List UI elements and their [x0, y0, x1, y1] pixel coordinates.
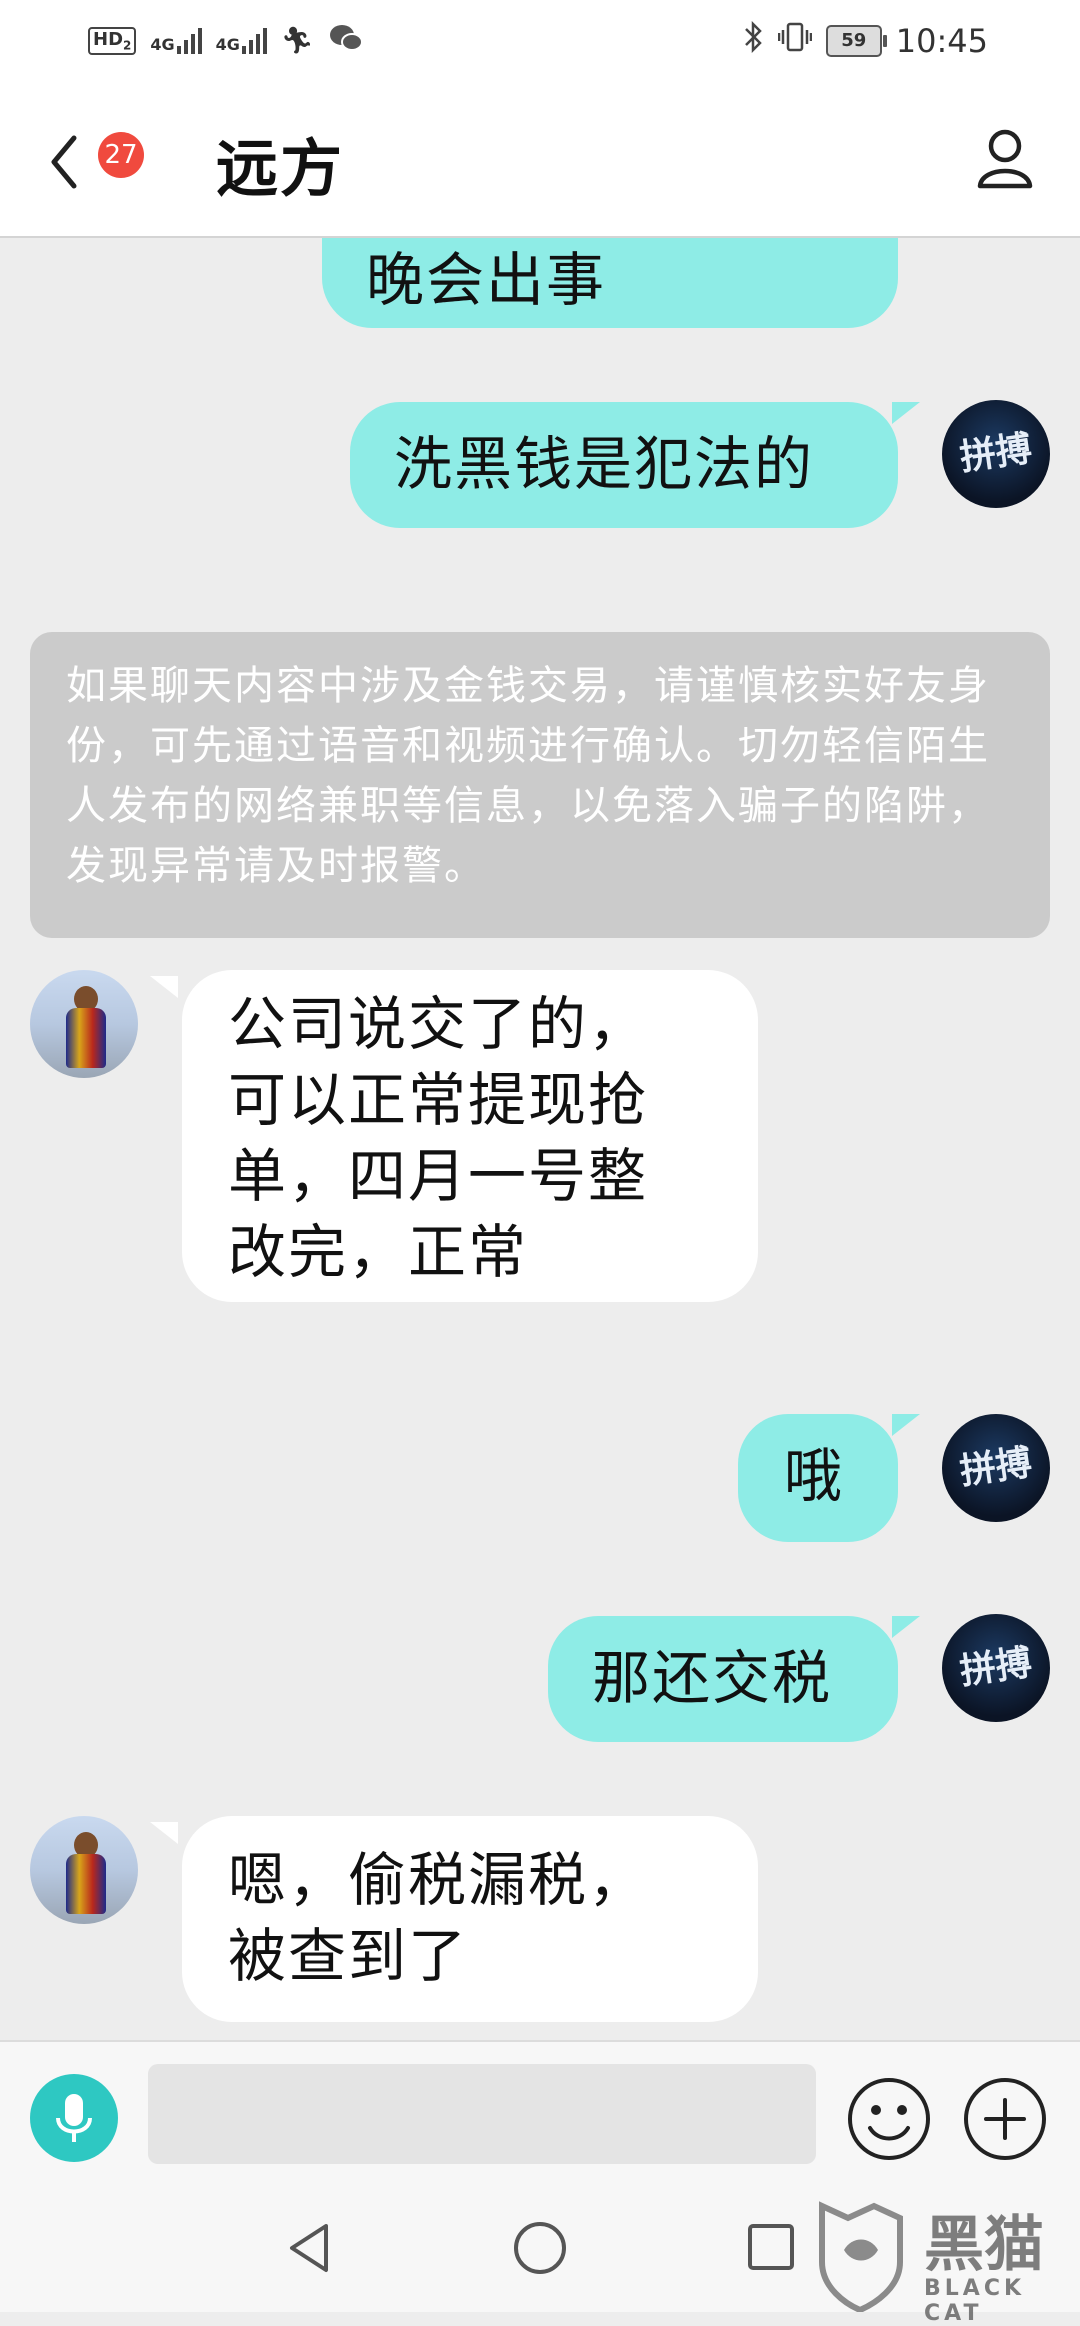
message-text: 那还交税 [592, 1644, 833, 1712]
message-text: 晚会出事 [366, 246, 607, 314]
clock: 10:45 [895, 22, 988, 60]
back-arrow-icon[interactable] [46, 132, 82, 192]
message-bubble-outgoing[interactable]: 那还交税 [548, 1616, 898, 1742]
avatar-contact[interactable] [30, 1816, 138, 1924]
nav-back-icon[interactable] [284, 2220, 334, 2276]
message-line: 公司说交了的， [228, 990, 649, 1058]
message-text: 哦 [784, 1442, 845, 1510]
avatar-me[interactable]: 拼搏 [942, 400, 1050, 508]
avatar-me[interactable]: 拼搏 [942, 1614, 1050, 1722]
message-bubble-incoming[interactable]: 嗯，偷税漏税， 被查到了 [182, 1816, 758, 2022]
chat-header: 27 远方 [0, 82, 1080, 238]
nav-recent-apps-icon[interactable] [746, 2222, 796, 2272]
status-bar-left: HD2 4G 4G 🏃︎ [88, 18, 364, 64]
status-bar-right: 59 10:45 [744, 18, 988, 64]
watermark-brand: 黑猫 [924, 2210, 1044, 2280]
avatar-contact[interactable] [30, 970, 138, 1078]
message-line: 改完，正常 [228, 1218, 529, 1286]
signal-bars-icon [176, 28, 202, 54]
hd-sub-label: 2 [123, 38, 132, 53]
message-text: 嗯，偷税漏税， 被查到了 [228, 1842, 648, 1994]
message-bubble-outgoing[interactable]: 晚会出事 [322, 238, 898, 328]
microphone-icon [56, 2094, 92, 2142]
network-type-1: 4G [150, 35, 175, 54]
emoji-icon[interactable] [846, 2076, 932, 2162]
bubble-tail [150, 976, 178, 998]
safety-notice: 如果聊天内容中涉及金钱交易，请谨慎核实好友身份，可先通过语音和视频进行确认。切勿… [30, 632, 1050, 938]
bubble-tail [892, 1414, 920, 1436]
message-line: 可以正常提现抢 [228, 1066, 649, 1134]
bubble-tail [892, 402, 920, 424]
vibrate-icon [777, 21, 813, 61]
status-bar: HD2 4G 4G 🏃︎ 59 10:45 [0, 0, 1080, 82]
network-type-2: 4G [215, 35, 240, 54]
unread-badge: 27 [98, 132, 144, 178]
wechat-icon [328, 23, 364, 60]
hd-indicator: HD2 [88, 27, 137, 55]
watermark-sub: BLACK CAT [924, 2276, 1026, 2326]
battery-level: 59 [841, 30, 867, 51]
running-icon: 🏃︎ [280, 26, 314, 56]
avatar-me-text: 拼搏 [957, 1442, 1035, 1493]
bluetooth-icon [744, 20, 764, 61]
signal-2: 4G [216, 28, 267, 54]
avatar-me-text: 拼搏 [957, 428, 1035, 479]
contact-name: 远方 [216, 132, 345, 205]
bubble-tail [150, 1822, 178, 1844]
message-line: 单，四月一号整 [228, 1142, 649, 1210]
avatar-me[interactable]: 拼搏 [942, 1414, 1050, 1522]
message-input[interactable] [148, 2064, 816, 2164]
message-line: 嗯，偷税漏税， [228, 1846, 649, 1914]
user-profile-icon[interactable] [976, 126, 1034, 190]
bubble-tail [892, 1616, 920, 1638]
plus-icon[interactable] [962, 2076, 1048, 2162]
nav-home-icon[interactable] [512, 2220, 568, 2276]
message-text: 洗黑钱是犯法的 [394, 430, 815, 498]
battery-icon: 59 [825, 25, 887, 57]
message-bubble-outgoing[interactable]: 洗黑钱是犯法的 [350, 402, 898, 528]
voice-input-button[interactable] [30, 2074, 118, 2162]
hd-label: HD [93, 29, 124, 51]
message-list[interactable]: 晚会出事 洗黑钱是犯法的 拼搏 如果聊天内容中涉及金钱交易，请谨慎核实好友身份，… [0, 238, 1080, 2040]
message-text: 公司说交了的， 可以正常提现抢 单，四月一号整 改完，正常 [228, 986, 648, 1290]
message-line: 被查到了 [228, 1922, 469, 1990]
message-bubble-incoming[interactable]: 公司说交了的， 可以正常提现抢 单，四月一号整 改完，正常 [182, 970, 758, 1302]
signal-1: 4G [150, 28, 202, 54]
avatar-me-text: 拼搏 [957, 1642, 1035, 1693]
signal-bars-icon [241, 28, 267, 54]
message-bubble-outgoing[interactable]: 哦 [738, 1414, 898, 1542]
